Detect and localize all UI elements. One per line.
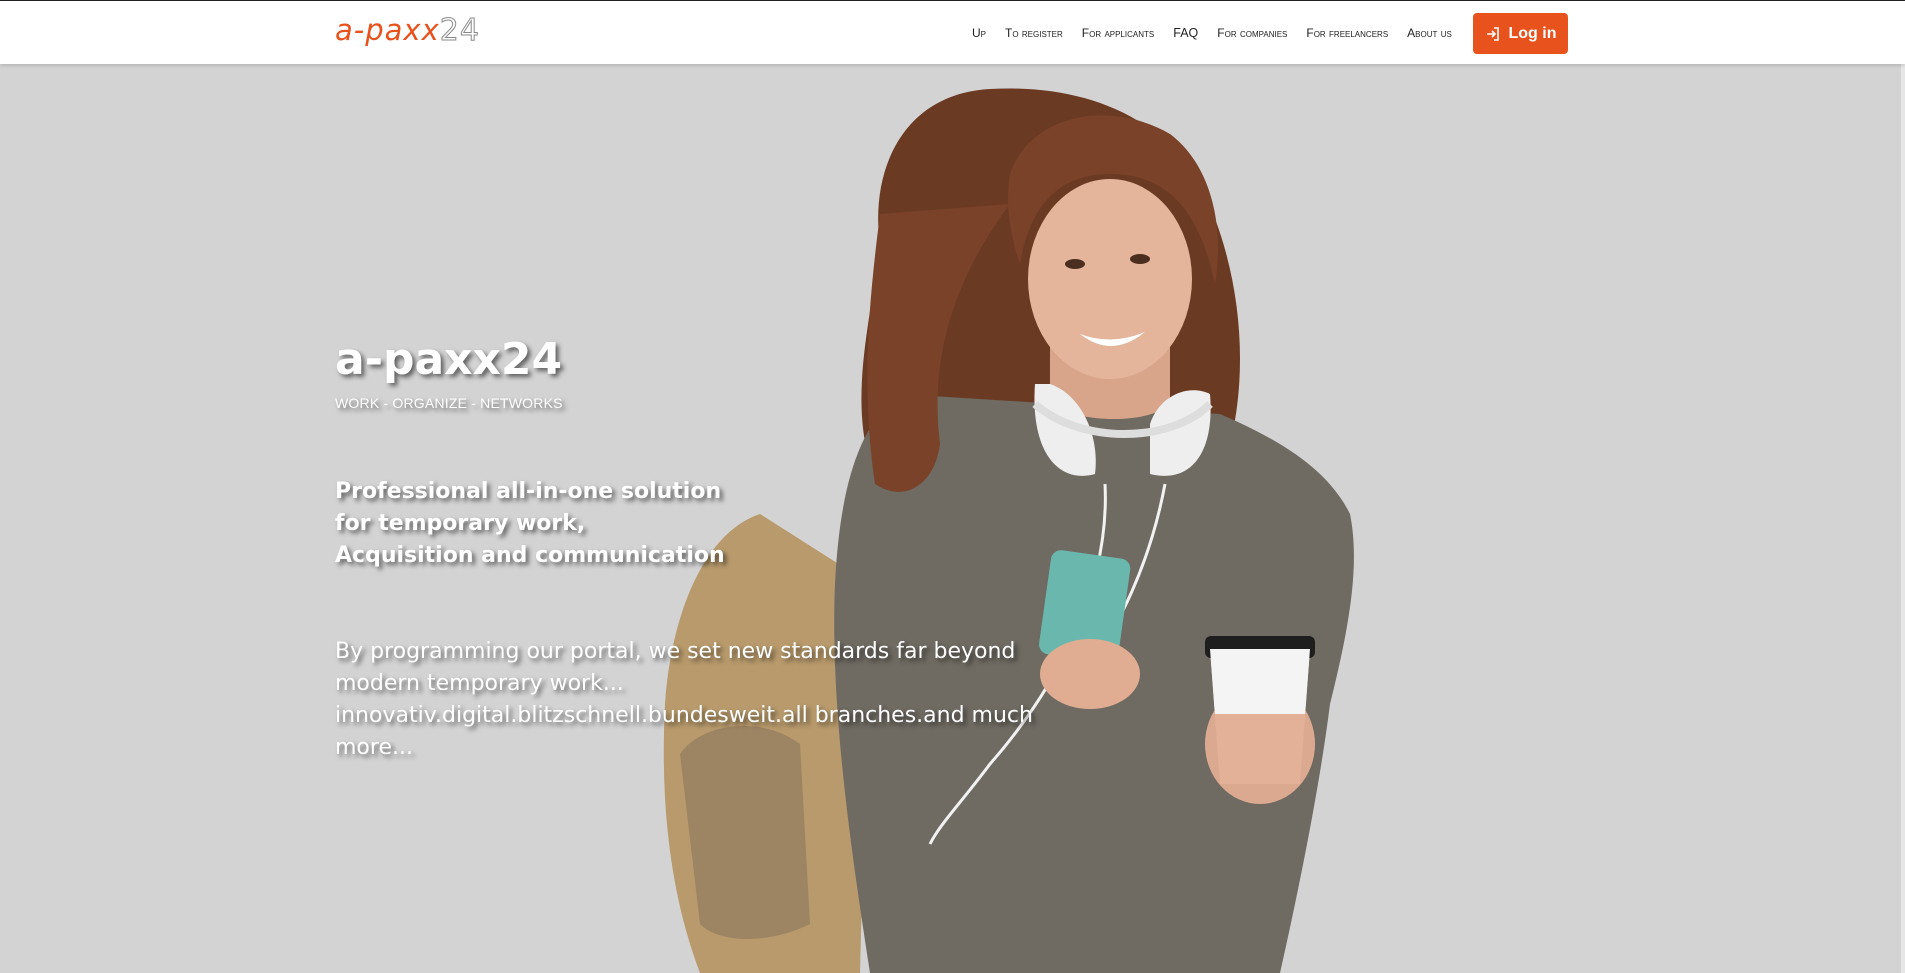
tagline-line-2: for temporary work, bbox=[335, 511, 586, 536]
logo[interactable]: a-paxx24 bbox=[335, 13, 480, 48]
hero-title: a-paxx24 bbox=[335, 334, 563, 385]
nav-freelancers[interactable]: For freelancers bbox=[1306, 26, 1388, 40]
logo-brand: a-paxx bbox=[335, 13, 440, 47]
nav-applicants[interactable]: For applicants bbox=[1082, 26, 1154, 40]
nav-companies[interactable]: For companies bbox=[1217, 26, 1287, 40]
tagline-line-1: Professional all-in-one solution bbox=[335, 479, 722, 504]
main-nav: Up To register For applicants FAQ For co… bbox=[972, 1, 1471, 64]
tagline-line-3: Acquisition and communication bbox=[335, 543, 725, 568]
hero-section: a-paxx24 WORK - ORGANIZE - NETWORKS Prof… bbox=[0, 64, 1905, 973]
nav-about[interactable]: About us bbox=[1407, 26, 1452, 40]
hero-tagline: Professional all-in-one solution for tem… bbox=[335, 476, 755, 572]
nav-register[interactable]: To register bbox=[1005, 26, 1063, 40]
hero-image bbox=[663, 88, 1354, 973]
hero-subtitle: WORK - ORGANIZE - NETWORKS bbox=[335, 395, 563, 411]
nav-up[interactable]: Up bbox=[972, 26, 986, 40]
login-button[interactable]: Log in bbox=[1473, 13, 1568, 54]
login-icon bbox=[1485, 26, 1501, 42]
nav-faq[interactable]: FAQ bbox=[1173, 26, 1198, 40]
logo-number: 24 bbox=[439, 13, 480, 48]
hero-body: By programming our portal, we set new st… bbox=[335, 639, 1033, 760]
scrollbar[interactable] bbox=[1901, 64, 1905, 973]
navbar: a-paxx24 Up To register For applicants F… bbox=[0, 1, 1905, 64]
login-label: Log in bbox=[1508, 24, 1557, 42]
